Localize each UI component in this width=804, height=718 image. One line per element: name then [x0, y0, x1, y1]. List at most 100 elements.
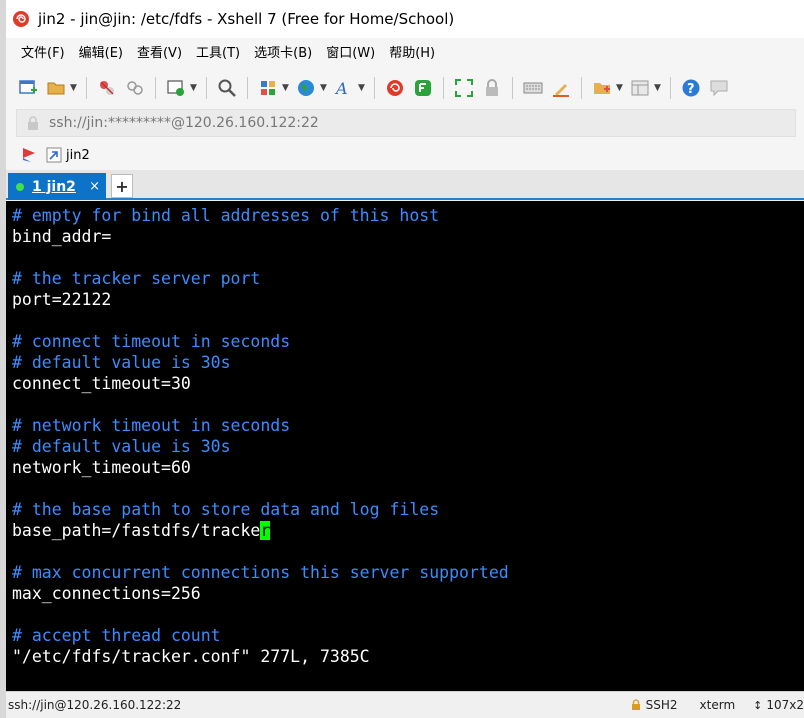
address-bar: ssh://jin:*********@120.26.160.122:22 — [6, 106, 804, 140]
terminal-line: max_connections=256 — [12, 583, 804, 604]
terminal-line: "/etc/fdfs/tracker.conf" 277L, 7385C — [12, 646, 804, 667]
disconnect-icon[interactable] — [93, 74, 121, 102]
terminal-comment-line: # default value is 30s — [12, 436, 804, 457]
xshell-icon[interactable] — [381, 74, 409, 102]
status-bar: ssh://jin@120.26.160.122:22 SSH2 xterm ↕… — [6, 691, 804, 718]
lock-icon — [28, 116, 38, 130]
menu-tools[interactable]: 工具(T) — [189, 38, 247, 70]
terminal-comment-line: # empty for bind all addresses of this h… — [12, 205, 804, 226]
close-tab-icon[interactable]: × — [89, 179, 100, 194]
tile-icon[interactable] — [626, 74, 654, 102]
menu-window[interactable]: 窗口(W) — [319, 38, 382, 70]
menu-view[interactable]: 查看(V) — [130, 38, 189, 70]
toolbar-divider — [512, 77, 513, 99]
xftp-icon[interactable] — [409, 74, 437, 102]
terminal-line-text: "/etc/fdfs/tracker.conf" 277L, 7385C — [12, 647, 370, 666]
terminal-line-text: # network timeout in seconds — [12, 416, 291, 435]
status-size: ↕ 107x2 — [753, 698, 804, 712]
terminal-screen[interactable]: # empty for bind all addresses of this h… — [6, 201, 804, 691]
menu-edit[interactable]: 编辑(E) — [72, 38, 130, 70]
tab-bar: 1 jin2 × + — [6, 170, 804, 200]
terminal-line: port=22122 — [12, 289, 804, 310]
bookmark-flag-icon[interactable] — [20, 146, 38, 164]
terminal-line-text: # default value is 30s — [12, 353, 231, 372]
reconnect-icon[interactable] — [121, 74, 149, 102]
terminal-comment-line: # the tracker server port — [12, 268, 804, 289]
window-title: jin2 - jin@jin: /etc/fdfs - Xshell 7 (Fr… — [38, 10, 455, 28]
title-bar: jin2 - jin@jin: /etc/fdfs - Xshell 7 (Fr… — [6, 0, 804, 38]
status-terminal-type: xterm — [699, 698, 736, 712]
toolbar-divider — [247, 77, 248, 99]
terminal-comment-line: # network timeout in seconds — [12, 415, 804, 436]
terminal-line: network_timeout=60 — [12, 457, 804, 478]
status-right: SSH2 xterm ↕ 107x2 — [630, 698, 804, 712]
menu-help[interactable]: 帮助(H) — [382, 38, 442, 70]
terminal-line: bind_addr= — [12, 226, 804, 247]
terminal-comment-line: # connect timeout in seconds — [12, 331, 804, 352]
lock-icon[interactable] — [478, 74, 506, 102]
find-icon[interactable] — [213, 74, 241, 102]
menu-tab[interactable]: 选项卡(B) — [247, 38, 319, 70]
fullscreen-icon[interactable] — [450, 74, 478, 102]
terminal-cursor: r — [260, 521, 271, 540]
open-dropdown-icon[interactable]: ▼ — [70, 83, 80, 93]
tab-jin2[interactable]: 1 jin2 × — [8, 173, 106, 200]
add-tab-icon[interactable] — [588, 74, 616, 102]
layout-dropdown-icon[interactable]: ▼ — [282, 83, 292, 93]
toolbar-divider — [581, 77, 582, 99]
keyboard-icon[interactable] — [519, 74, 547, 102]
highlight-pen-icon[interactable] — [547, 74, 575, 102]
svg-text:A: A — [334, 79, 348, 98]
add-tab-dropdown-icon[interactable]: ▼ — [616, 83, 626, 93]
lock-icon — [631, 699, 640, 710]
tab-label: 1 jin2 — [32, 178, 76, 195]
globe-icon[interactable] — [292, 74, 320, 102]
xshell-window: jin2 - jin@jin: /etc/fdfs - Xshell 7 (Fr… — [0, 0, 804, 718]
terminal-line: connect_timeout=30 — [12, 373, 804, 394]
layout-icon[interactable] — [254, 74, 282, 102]
terminal-line-text: network_timeout=60 — [12, 458, 191, 477]
address-input[interactable]: ssh://jin:*********@120.26.160.122:22 — [16, 109, 796, 137]
toolbar-divider — [155, 77, 156, 99]
font-icon[interactable]: A — [330, 74, 358, 102]
toolbar: ▼ ▼ ▼ ▼ A ▼ ▼ ▼ ? — [6, 70, 804, 106]
terminal-line-text: # default value is 30s — [12, 437, 231, 456]
terminal-line-text: # connect timeout in seconds — [12, 332, 291, 351]
new-session-icon[interactable] — [14, 74, 42, 102]
terminal-line-text: connect_timeout=30 — [12, 374, 191, 393]
properties-dropdown-icon[interactable]: ▼ — [190, 83, 200, 93]
session-bar: jin2 — [6, 140, 804, 170]
terminal-line-text: max_connections=256 — [12, 584, 201, 603]
status-connection: ssh://jin@120.26.160.122:22 — [8, 698, 182, 712]
help-icon[interactable]: ? — [677, 74, 705, 102]
menu-bar: 文件(F) 编辑(E) 查看(V) 工具(T) 选项卡(B) 窗口(W) 帮助(… — [6, 38, 804, 70]
terminal-comment-line: # default value is 30s — [12, 352, 804, 373]
address-value: ssh://jin:*********@120.26.160.122:22 — [49, 115, 319, 131]
status-protocol-label: SSH2 — [645, 698, 678, 712]
toolbar-divider — [670, 77, 671, 99]
toolbar-divider — [443, 77, 444, 99]
globe-dropdown-icon[interactable]: ▼ — [320, 83, 330, 93]
terminal-line-text: # max concurrent connections this server… — [12, 563, 509, 582]
chat-icon[interactable] — [705, 74, 733, 102]
properties-icon[interactable] — [162, 74, 190, 102]
new-tab-button[interactable]: + — [111, 174, 133, 198]
menu-file[interactable]: 文件(F) — [14, 38, 72, 70]
open-folder-icon[interactable] — [42, 74, 70, 102]
xshell-logo-icon — [13, 11, 29, 27]
svg-text:?: ? — [687, 82, 695, 97]
session-link-jin2[interactable]: jin2 — [66, 148, 90, 163]
terminal-comment-line: # the base path to store data and log fi… — [12, 499, 804, 520]
tile-dropdown-icon[interactable]: ▼ — [654, 83, 664, 93]
terminal-line-text: # accept thread count — [12, 626, 221, 645]
font-dropdown-icon[interactable]: ▼ — [358, 83, 368, 93]
connected-status-icon — [16, 182, 24, 191]
terminal-line-text: # the tracker server port — [12, 269, 261, 288]
terminal-line-text: port=22122 — [12, 290, 112, 309]
